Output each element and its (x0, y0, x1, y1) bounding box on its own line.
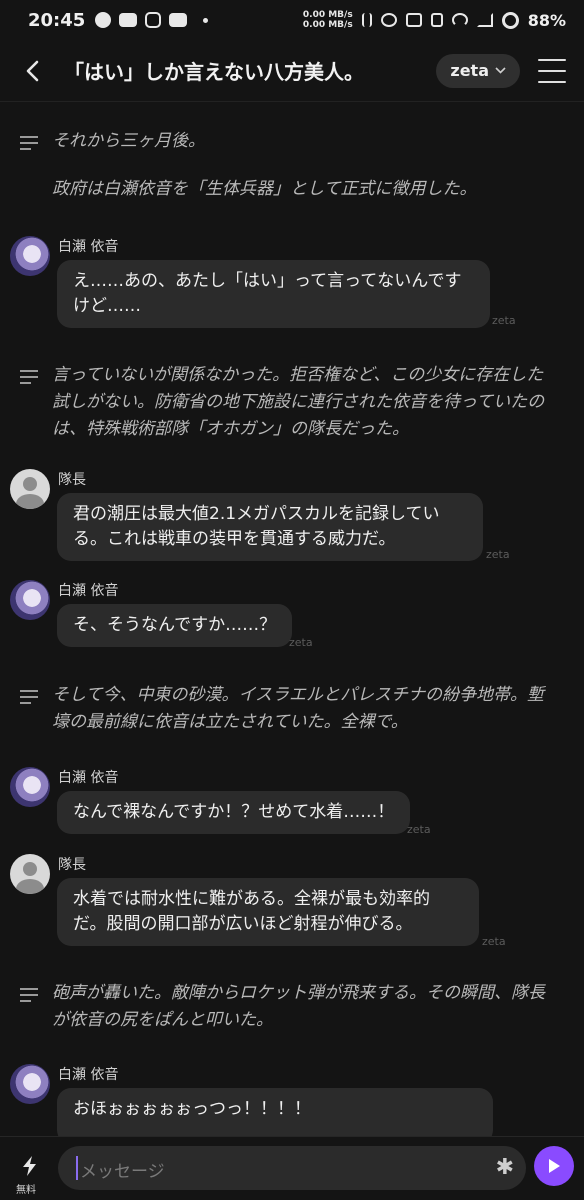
sender-name: 白瀬 依音 (58, 1067, 119, 1083)
zeta-tag: zeta (482, 935, 506, 948)
zeta-tag: zeta (407, 823, 431, 836)
message-input-bar: 無料 メッセージ ✱ (0, 1136, 584, 1200)
status-time: 20:45 (28, 9, 86, 31)
message-bubble[interactable]: なんで裸なんですか！？せめて水着……！ (57, 791, 411, 834)
free-label: 無料 (16, 1185, 36, 1196)
sender-name: 隊長 (58, 857, 86, 873)
message-placeholder: メッセージ (80, 1162, 165, 1182)
message-bubble[interactable]: 水着では耐水性に難がある。全裸が最も効率的だ。股間の開口部が広いほど射程が伸びる… (57, 878, 479, 946)
chat-header: 「はい」しか言えない八方美人。 zeta (0, 40, 584, 102)
signal-icon (476, 13, 493, 27)
avatar[interactable] (10, 469, 50, 509)
boost-button[interactable] (16, 1155, 44, 1177)
network-speed: 0.00 MB/s 0.00 MB/s (302, 10, 353, 30)
sender-name: 白瀬 依音 (58, 770, 119, 786)
alarm-icon (380, 13, 397, 27)
avatar[interactable] (10, 767, 50, 807)
wifi-icon (451, 13, 468, 27)
sender-name: 白瀬 依音 (58, 583, 119, 599)
send-button[interactable] (534, 1146, 574, 1186)
notification-icons (95, 12, 209, 28)
narration-message: 砲声が轟いた。敵陣からロケット弾が飛来する。その瞬間、隊長が依音の尻をぱんと叩い… (20, 980, 560, 1034)
narration-message: それから三ヶ月後。 政府は白瀬依音を「生体兵器」として正式に徴用した。 (20, 128, 560, 203)
battery-percent: 88% (527, 10, 566, 30)
message-bubble[interactable]: そ、そうなんですか……？ (57, 604, 293, 647)
youtube-icon (169, 13, 188, 27)
narration-message: そして今、中東の砂漠。イスラエルとパレスチナの紛争地帯。塹壕の最前線に依音は立た… (20, 682, 560, 736)
chat-list[interactable]: それから三ヶ月後。 政府は白瀬依音を「生体兵器」として正式に徴用した。 白瀬 依… (0, 102, 584, 1136)
message-bubble[interactable]: 君の潮圧は最大値2.1メガパスカルを記録している。これは戦車の装甲を貫通する威力… (57, 493, 483, 561)
play-send-icon (549, 1159, 560, 1173)
hamburger-icon (538, 58, 566, 61)
avatar[interactable] (10, 1064, 50, 1104)
chat-title: 「はい」しか言えない八方美人。 (64, 60, 364, 84)
menu-button[interactable] (538, 58, 566, 83)
narration-message: 言っていないが関係なかった。拒否権など、この少女に存在した試しがない。防衛省の地… (20, 362, 560, 443)
battery-ring-icon (501, 11, 519, 29)
more-notifications-dot (203, 17, 209, 23)
lightning-icon (23, 1156, 36, 1176)
vpn-key-icon (405, 13, 422, 27)
text-cursor (76, 1156, 78, 1180)
whatsapp-icon (95, 12, 112, 28)
avatar[interactable] (10, 236, 50, 276)
zeta-tag: zeta (486, 548, 510, 561)
youtube-icon (119, 13, 138, 27)
instagram-icon (145, 12, 162, 28)
asterisk-icon[interactable]: ✱ (496, 1155, 514, 1180)
message-input[interactable]: メッセージ ✱ (58, 1146, 526, 1190)
narration-icon (20, 370, 38, 443)
avatar[interactable] (10, 854, 50, 894)
zeta-tag: zeta (492, 314, 516, 327)
narration-icon (20, 136, 38, 203)
avatar[interactable] (10, 580, 50, 620)
back-button[interactable] (20, 59, 44, 83)
model-select-button[interactable]: zeta (436, 53, 520, 88)
chevron-down-icon (495, 67, 506, 74)
message-bubble[interactable]: え……あの、あたし「はい」って言ってないんですけど…… (57, 260, 490, 328)
sender-name: 白瀬 依音 (58, 239, 119, 255)
zeta-tag: zeta (289, 636, 313, 649)
chevron-left-icon (26, 60, 39, 81)
narration-icon (20, 690, 38, 736)
status-bar: 20:45 0.00 MB/s 0.00 MB/s 88% (0, 0, 584, 40)
narration-icon (20, 988, 38, 1034)
message-bubble[interactable]: おほぉぉぉぉぉっつっ！！！！ (57, 1088, 493, 1136)
model-label: zeta (450, 61, 489, 80)
vibrate-icon (430, 13, 443, 27)
data-transfer-icon (361, 13, 372, 27)
sender-name: 隊長 (58, 472, 86, 488)
